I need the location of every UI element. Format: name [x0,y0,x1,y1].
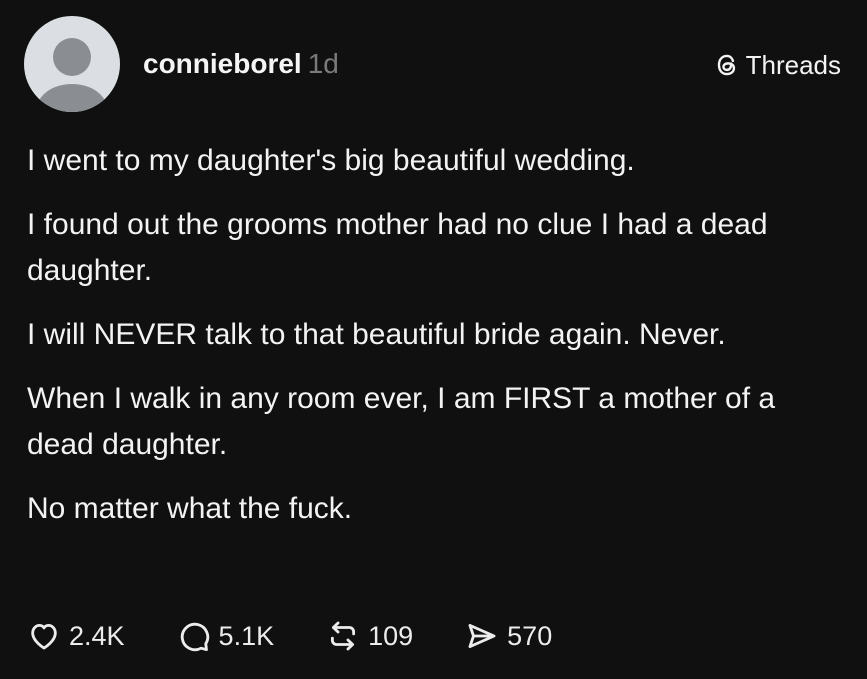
like-button[interactable]: 2.4K [27,619,125,653]
speech-bubble-icon [180,622,209,652]
post-header: connieborel 1d Threads [24,16,843,112]
post-paragraph: I went to my daughter's big beautiful we… [27,144,635,177]
username-link[interactable]: connieborel [143,48,302,79]
share-count: 570 [507,620,553,651]
threads-brand[interactable]: Threads [714,47,841,83]
post-paragraph: No matter what the fuck. [27,492,353,525]
repost-icon [331,621,356,651]
brand-label: Threads [745,49,841,80]
heart-icon [31,623,57,650]
share-button[interactable]: 570 [465,619,552,653]
avatar[interactable] [24,16,120,112]
post-body: I went to my daughter's big beautiful we… [27,138,847,550]
post-actions: 2.4K 5.1K 109 570 [27,614,604,658]
threads-logo-icon [717,54,735,76]
send-icon [468,623,496,649]
post-paragraph: When I walk in any room ever, I am FIRST… [27,382,776,461]
reply-count: 5.1K [218,620,275,651]
reply-button[interactable]: 5.1K [177,619,275,653]
threads-post: connieborel 1d Threads I went to my daugh… [0,0,867,679]
repost-count: 109 [368,620,414,651]
avatar-body-shape [37,84,107,112]
avatar-head-shape [53,38,91,76]
like-count: 2.4K [69,620,125,651]
post-paragraph: I found out the grooms mother had no clu… [27,208,768,287]
post-timestamp: 1d [307,48,339,79]
post-paragraph: I will NEVER talk to that beautiful brid… [27,318,726,351]
repost-button[interactable]: 109 [326,619,413,653]
user-line: connieborel 1d [143,46,339,82]
